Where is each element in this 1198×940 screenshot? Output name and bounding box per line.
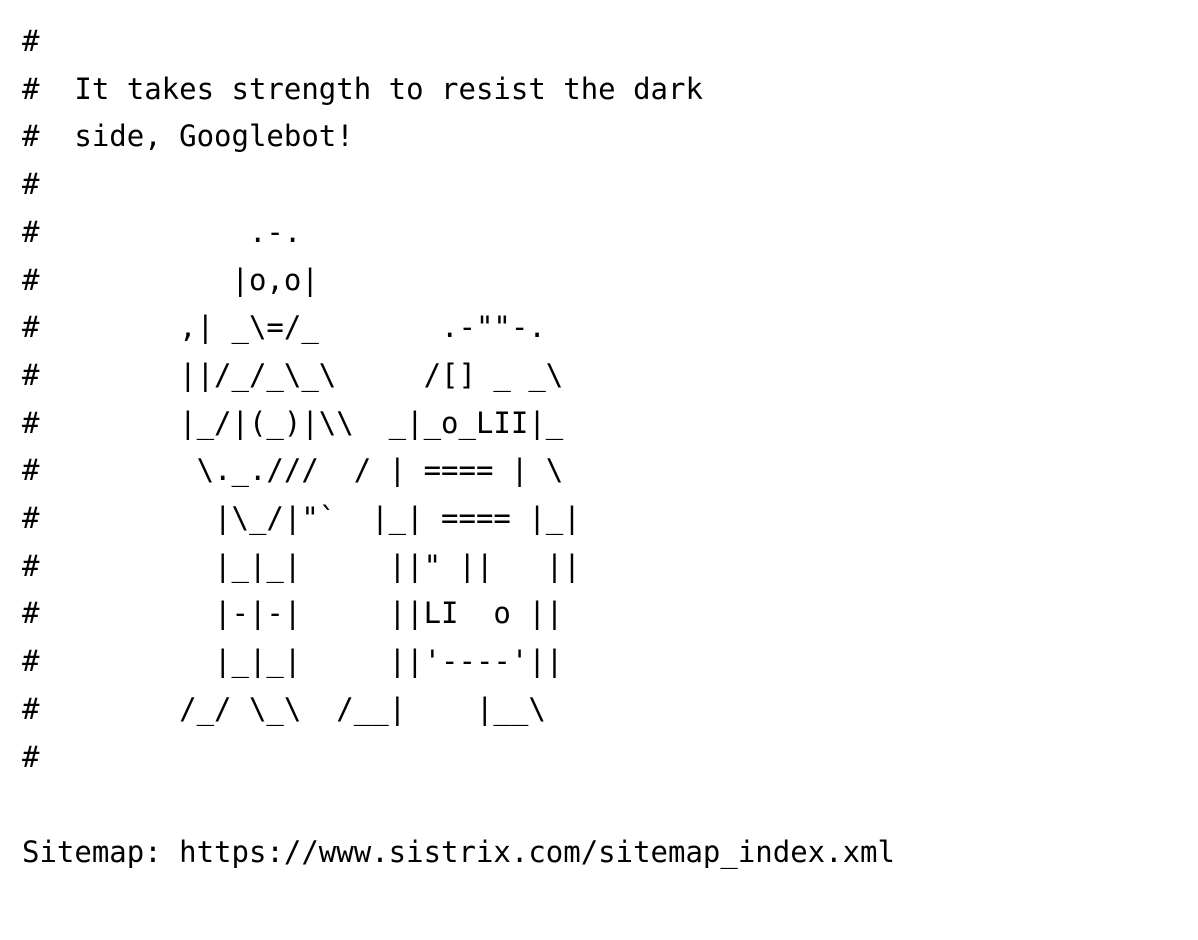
robots-txt-document: # # It takes strength to resist the dark… [0, 0, 1198, 877]
robots-txt-content[interactable]: # # It takes strength to resist the dark… [22, 18, 1198, 877]
